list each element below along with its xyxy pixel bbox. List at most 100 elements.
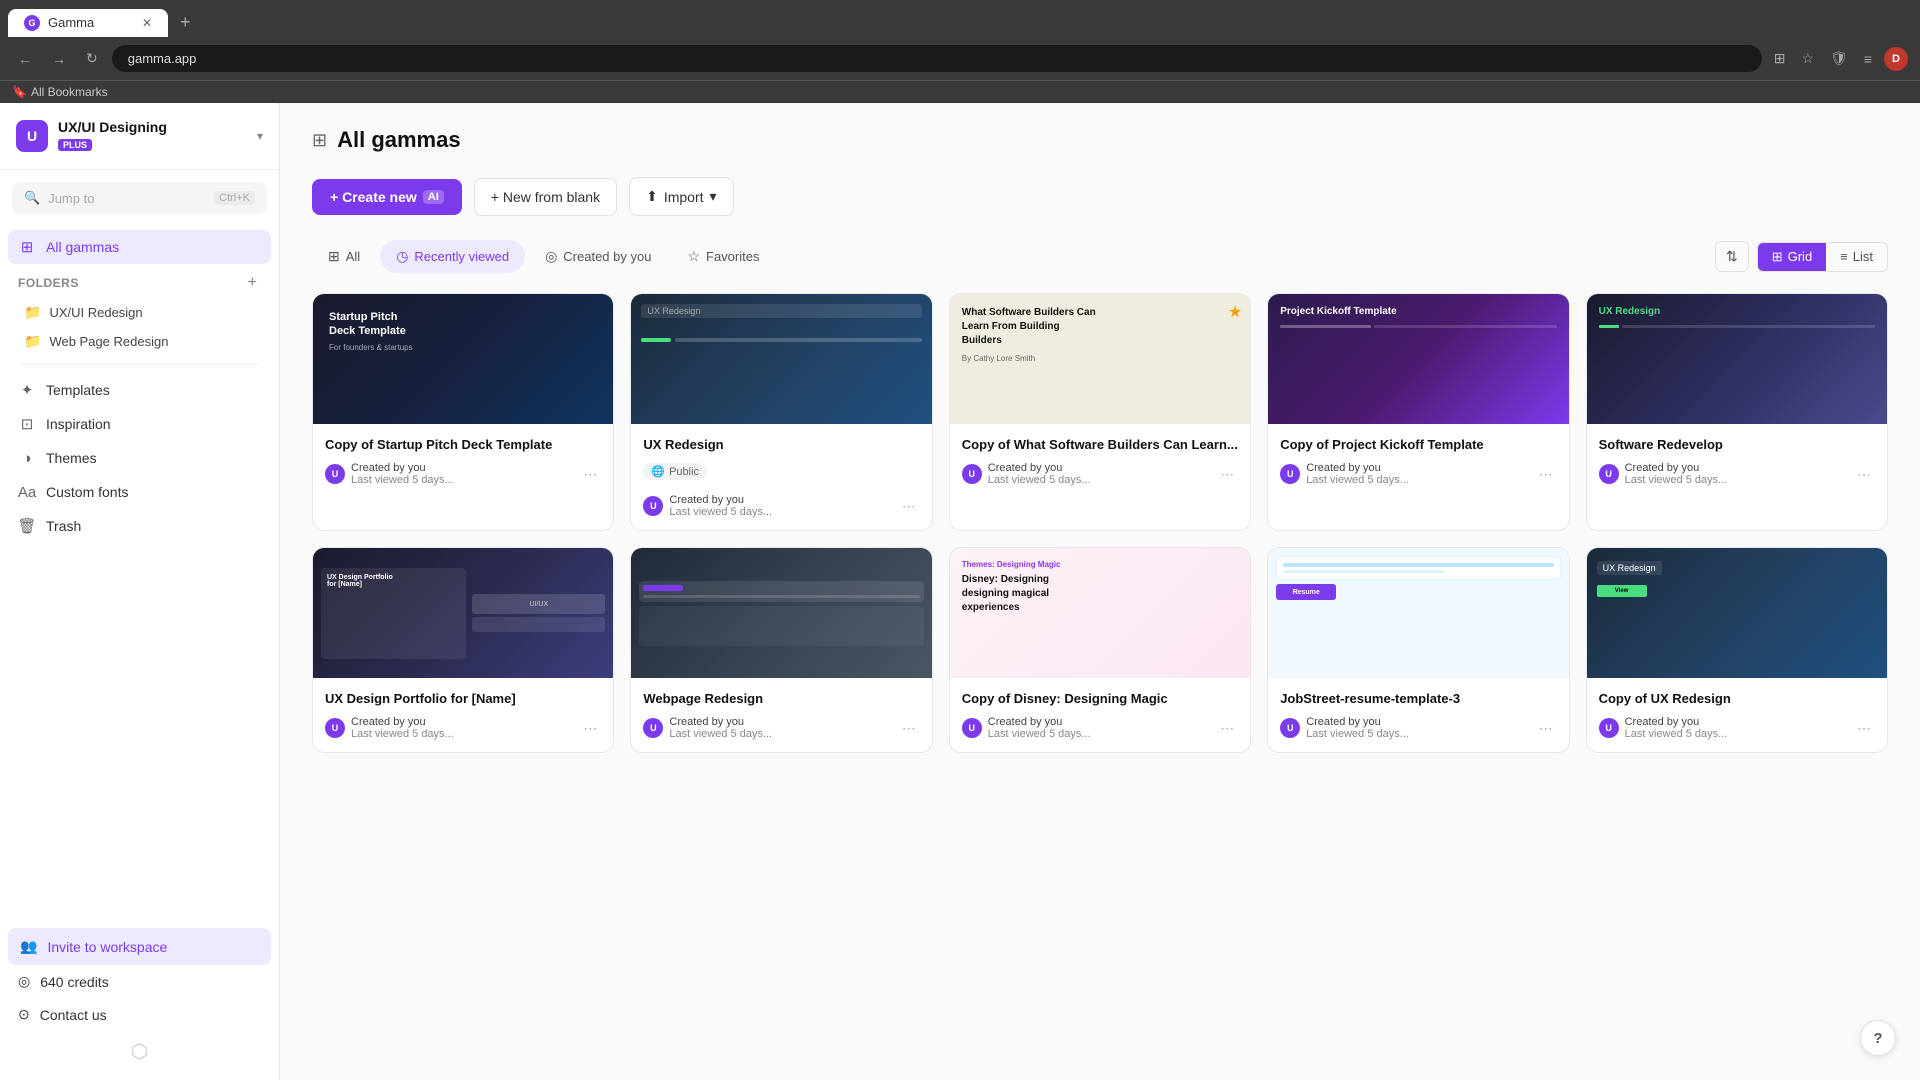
- card-meta-text: Created by you Last viewed 5 days...: [988, 716, 1210, 740]
- import-label: Import: [664, 189, 704, 205]
- templates-icon: ✦: [18, 381, 36, 399]
- folder-ux-redesign[interactable]: 📁 UX/UI Redesign: [8, 298, 271, 327]
- card-thumbnail: UX Redesign: [631, 294, 931, 424]
- card-body: Software Redevelop U Created by you Last…: [1587, 424, 1887, 498]
- card-meta: U Created by you Last viewed 5 days... ⋯: [643, 716, 919, 740]
- inspiration-icon: ⊡: [18, 415, 36, 433]
- shield-icon[interactable]: 🛡: [1826, 46, 1852, 71]
- grid-view-btn[interactable]: ⊞ Grid: [1758, 243, 1826, 271]
- card-body: JobStreet-resume-template-3 U Created by…: [1268, 678, 1568, 752]
- gamma-card-software-builders[interactable]: ★ What Software Builders CanLearn From B…: [949, 293, 1251, 531]
- contact-icon: ⊙: [18, 1006, 30, 1023]
- card-meta: U Created by you Last viewed 5 days... ⋯: [1280, 716, 1556, 740]
- card-more-btn[interactable]: ⋯: [579, 464, 601, 485]
- new-tab-btn[interactable]: +: [172, 8, 199, 37]
- url-text: gamma.app: [128, 51, 197, 66]
- card-thumbnail: UX Redesign: [1587, 294, 1887, 424]
- card-title: Copy of What Software Builders Can Learn…: [962, 436, 1238, 454]
- reload-btn[interactable]: ↻: [80, 46, 104, 71]
- list-view-btn[interactable]: ≡ List: [1826, 243, 1887, 271]
- filter-recently-viewed-btn[interactable]: ◷ Recently viewed: [380, 240, 525, 273]
- card-title: Copy of UX Redesign: [1599, 690, 1875, 708]
- bookmarks-label[interactable]: All Bookmarks: [31, 85, 108, 99]
- gamma-card-startup[interactable]: Startup PitchDeck Template For founders …: [312, 293, 614, 531]
- new-from-blank-btn[interactable]: + New from blank: [474, 178, 617, 216]
- list-label: List: [1853, 249, 1873, 264]
- trash-icon: 🗑: [18, 517, 36, 535]
- card-more-btn[interactable]: ⋯: [1216, 718, 1238, 739]
- workspace-name: UX/UI Designing: [58, 119, 247, 135]
- gamma-card-software-redevelop[interactable]: UX Redesign Software Redevelop U Created…: [1586, 293, 1888, 531]
- help-btn[interactable]: ?: [1860, 1020, 1896, 1056]
- browser-chrome: G Gamma ✕ + ← → ↻ gamma.app ⊞ ☆ 🛡 ≡ D 🔖 …: [0, 0, 1920, 103]
- gamma-card-ux-redesign[interactable]: UX Redesign UX Redesign 🌐 Public U: [630, 293, 932, 531]
- filter-recent-label: Recently viewed: [414, 249, 509, 264]
- card-more-btn[interactable]: ⋯: [1853, 718, 1875, 739]
- invite-label: Invite to workspace: [47, 939, 167, 955]
- menu-icon[interactable]: ≡: [1860, 47, 1876, 71]
- inspiration-label: Inspiration: [46, 416, 111, 432]
- add-folder-btn[interactable]: +: [244, 272, 261, 294]
- folder-web-redesign[interactable]: 📁 Web Page Redesign: [8, 327, 271, 356]
- card-more-btn[interactable]: ⋯: [898, 496, 920, 517]
- card-thumbnail: Themes: Designing Magic Disney: Designin…: [950, 548, 1250, 678]
- card-body: UX Design Portfolio for [Name] U Created…: [313, 678, 613, 752]
- folder-name-2: Web Page Redesign: [49, 334, 168, 349]
- sidebar-item-trash[interactable]: 🗑 Trash: [8, 509, 271, 543]
- page-header: ⊞ All gammas: [312, 127, 1888, 153]
- credits-item[interactable]: ◎ 640 credits: [8, 965, 271, 998]
- card-more-btn[interactable]: ⋯: [1216, 464, 1238, 485]
- sidebar-item-themes[interactable]: ◑ Themes: [8, 441, 271, 475]
- gamma-card-disney[interactable]: Themes: Designing Magic Disney: Designin…: [949, 547, 1251, 753]
- card-meta: U Created by you Last viewed 5 days... ⋯: [1599, 716, 1875, 740]
- sidebar-item-custom-fonts[interactable]: Aa Custom fonts: [8, 475, 271, 509]
- tab-favicon: G: [24, 15, 40, 31]
- back-btn[interactable]: ←: [12, 47, 38, 71]
- card-more-btn[interactable]: ⋯: [579, 718, 601, 739]
- workspace-chevron-icon[interactable]: ▾: [257, 129, 263, 143]
- import-btn[interactable]: ⬆ Import ▾: [629, 177, 733, 216]
- active-tab[interactable]: G Gamma ✕: [8, 9, 168, 37]
- filter-favorites-btn[interactable]: ☆ Favorites: [671, 240, 775, 273]
- card-more-btn[interactable]: ⋯: [1535, 464, 1557, 485]
- gamma-card-webpage-redesign[interactable]: Webpage Redesign U Created by you Last v…: [630, 547, 932, 753]
- workspace-header[interactable]: U UX/UI Designing PLUS ▾: [0, 103, 279, 170]
- search-shortcut: Ctrl+K: [214, 191, 255, 205]
- card-body: Copy of Startup Pitch Deck Template U Cr…: [313, 424, 613, 498]
- card-meta-text: Created by you Last viewed 5 days...: [351, 716, 573, 740]
- bookmarks-bar: 🔖 All Bookmarks: [0, 80, 1920, 103]
- sidebar-item-inspiration[interactable]: ⊡ Inspiration: [8, 407, 271, 441]
- card-title: Software Redevelop: [1599, 436, 1875, 454]
- card-meta-text: Created by you Last viewed 5 days...: [1306, 716, 1528, 740]
- card-title: UX Redesign: [643, 436, 919, 454]
- gamma-card-jobstreet[interactable]: Resume JobStreet-resume-template-3 U Cre…: [1267, 547, 1569, 753]
- forward-btn[interactable]: →: [46, 47, 72, 71]
- filter-all-btn[interactable]: ⊞ All: [312, 240, 376, 273]
- card-body: Copy of Project Kickoff Template U Creat…: [1268, 424, 1568, 498]
- card-meta-text: Created by you Last viewed 5 days...: [1306, 462, 1528, 486]
- sidebar-item-all-gammas[interactable]: ⊞ All gammas: [8, 230, 271, 264]
- filter-created-by-you-btn[interactable]: ◎ Created by you: [529, 240, 667, 273]
- card-meta: U Created by you Last viewed 5 days... ⋯: [1599, 462, 1875, 486]
- card-title: Copy of Startup Pitch Deck Template: [325, 436, 601, 454]
- search-bar[interactable]: 🔍 Jump to Ctrl+K: [12, 182, 267, 214]
- sidebar-divider-1: [20, 364, 259, 365]
- address-bar[interactable]: gamma.app: [112, 45, 1762, 72]
- card-more-btn[interactable]: ⋯: [1853, 464, 1875, 485]
- profile-icon[interactable]: D: [1884, 47, 1908, 71]
- sidebar-item-templates[interactable]: ✦ Templates: [8, 373, 271, 407]
- extension-icon[interactable]: ⊞: [1770, 46, 1790, 71]
- gamma-card-ux-redesign-copy[interactable]: UX Redesign View Copy of UX Redesign U C…: [1586, 547, 1888, 753]
- card-more-btn[interactable]: ⋯: [1535, 718, 1557, 739]
- contact-us-item[interactable]: ⊙ Contact us: [8, 998, 271, 1031]
- gamma-card-project-kickoff[interactable]: Project Kickoff Template Copy of Project…: [1267, 293, 1569, 531]
- card-more-btn[interactable]: ⋯: [898, 718, 920, 739]
- card-meta: U Created by you Last viewed 5 days... ⋯: [325, 716, 601, 740]
- gamma-card-portfolio[interactable]: UX Design Portfoliofor [Name] UI/UX UX D…: [312, 547, 614, 753]
- bookmark-icon[interactable]: ☆: [1797, 46, 1818, 71]
- sort-btn[interactable]: ⇅: [1715, 241, 1749, 272]
- create-new-btn[interactable]: + Create new AI: [312, 179, 462, 215]
- card-body: Webpage Redesign U Created by you Last v…: [631, 678, 931, 752]
- invite-to-workspace-btn[interactable]: 👥 Invite to workspace: [8, 928, 271, 965]
- tab-close-btn[interactable]: ✕: [142, 16, 152, 30]
